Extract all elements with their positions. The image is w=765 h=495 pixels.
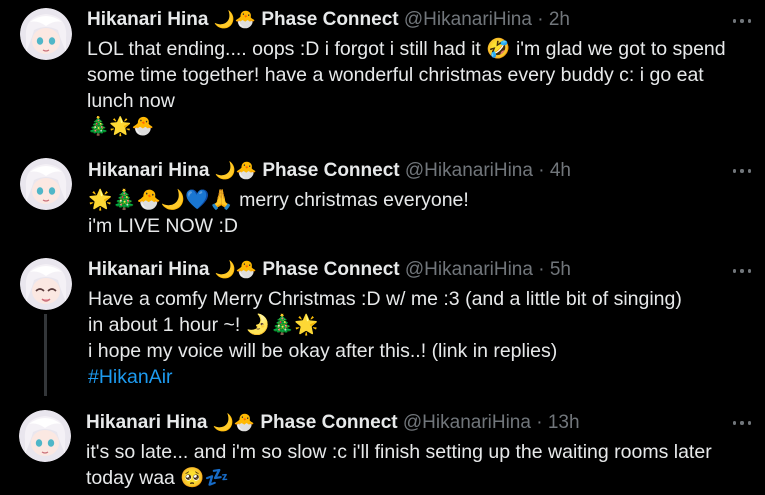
tweet-line: lunch now — [87, 90, 175, 112]
tweet-emoji-line: 🎄🌟🐣 — [87, 116, 155, 137]
name-emojis: 🌙🐣 — [214, 161, 258, 181]
display-name[interactable]: Hikanari Hina — [87, 9, 208, 30]
tweet-text: LOL that ending.... oops :D i forgot i s… — [87, 36, 726, 140]
affiliation: Phase Connect — [260, 412, 398, 433]
more-dots-icon[interactable] — [731, 10, 753, 32]
tweet-line: some time together! have a wonderful chr… — [87, 64, 704, 86]
tweet-line: LOL that ending.... oops :D i forgot i s… — [87, 38, 726, 60]
display-name[interactable]: Hikanari Hina — [88, 259, 209, 280]
tweet-header: Hikanari Hina 🌙🐣 Phase Connect @Hikanari… — [86, 411, 580, 435]
avatar-image-icon — [20, 8, 72, 60]
tweet-line: 🌟🎄🐣🌙💙🙏 merry christmas everyone! — [88, 189, 469, 211]
timestamp[interactable]: 4h — [550, 160, 571, 181]
handle[interactable]: @HikanariHina — [404, 9, 532, 30]
avatar[interactable] — [19, 410, 71, 462]
avatar-image-icon — [19, 410, 71, 462]
timestamp[interactable]: 5h — [550, 259, 571, 280]
affiliation: Phase Connect — [262, 160, 400, 181]
name-emojis: 🌙🐣 — [214, 260, 258, 280]
tweet-header: Hikanari Hina 🌙🐣 Phase Connect @Hikanari… — [88, 258, 571, 282]
thread-connector — [44, 314, 47, 396]
tweet-header: Hikanari Hina 🌙🐣 Phase Connect @Hikanari… — [88, 159, 571, 183]
more-dots-icon[interactable] — [731, 160, 753, 182]
affiliation: Phase Connect — [262, 259, 400, 280]
tweet-line: it's so late... and i'm so slow :c i'll … — [86, 441, 712, 463]
avatar-image-icon — [20, 158, 72, 210]
tweet-3[interactable]: Hikanari Hina 🌙🐣 Phase Connect @Hikanari… — [0, 250, 765, 402]
tweet-text: Have a comfy Merry Christmas :D w/ me :3… — [88, 286, 682, 390]
more-dots-icon[interactable] — [731, 260, 753, 282]
avatar[interactable] — [20, 8, 72, 60]
separator: · — [536, 412, 543, 433]
timestamp[interactable]: 2h — [549, 9, 570, 30]
tweet-line: i hope my voice will be okay after this.… — [88, 340, 558, 362]
handle[interactable]: @HikanariHina — [405, 160, 533, 181]
tweet-text: 🌟🎄🐣🌙💙🙏 merry christmas everyone! i'm LIV… — [88, 187, 469, 239]
tweet-line: in about 1 hour ~! 🌛🎄🌟 — [88, 314, 319, 336]
avatar[interactable] — [20, 158, 72, 210]
separator: · — [538, 259, 545, 280]
tweet-line: i'm LIVE NOW :D — [88, 215, 238, 237]
tweet-1[interactable]: Hikanari Hina 🌙🐣 Phase Connect @Hikanari… — [0, 0, 765, 150]
avatar[interactable] — [20, 258, 72, 310]
timestamp[interactable]: 13h — [548, 412, 580, 433]
handle[interactable]: @HikanariHina — [403, 412, 531, 433]
name-emojis: 🌙🐣 — [212, 413, 256, 433]
separator: · — [537, 9, 544, 30]
name-emojis: 🌙🐣 — [213, 10, 257, 30]
handle[interactable]: @HikanariHina — [405, 259, 533, 280]
tweet-header: Hikanari Hina 🌙🐣 Phase Connect @Hikanari… — [87, 8, 570, 32]
tweet-text: it's so late... and i'm so slow :c i'll … — [86, 439, 712, 491]
tweet-2[interactable]: Hikanari Hina 🌙🐣 Phase Connect @Hikanari… — [0, 150, 765, 250]
hashtag-link[interactable]: #HikanAir — [88, 364, 682, 390]
tweet-4[interactable]: Hikanari Hina 🌙🐣 Phase Connect @Hikanari… — [0, 402, 765, 495]
separator: · — [538, 160, 545, 181]
avatar-image-icon — [20, 258, 72, 310]
tweet-line: Have a comfy Merry Christmas :D w/ me :3… — [88, 288, 682, 310]
display-name[interactable]: Hikanari Hina — [86, 412, 207, 433]
timeline-feed: Hikanari Hina 🌙🐣 Phase Connect @Hikanari… — [0, 0, 765, 495]
affiliation: Phase Connect — [261, 9, 399, 30]
tweet-line: today waa 🥺💤 — [86, 467, 229, 489]
display-name[interactable]: Hikanari Hina — [88, 160, 209, 181]
more-dots-icon[interactable] — [731, 412, 753, 434]
